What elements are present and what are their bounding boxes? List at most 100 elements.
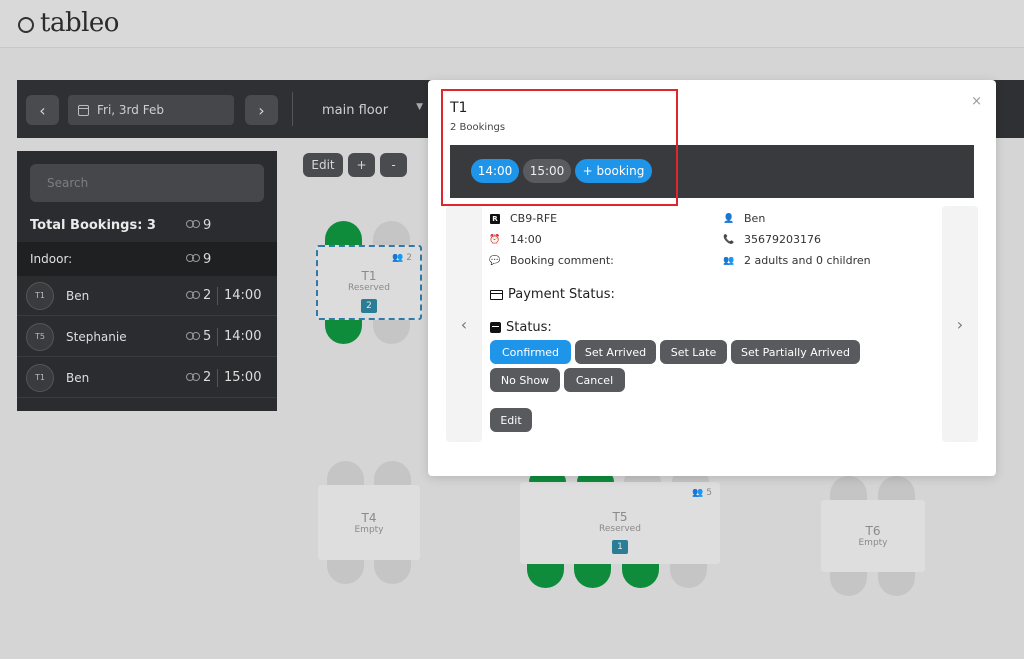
users-icon: 👥 (723, 255, 735, 266)
party-size-value: 2 adults and 0 children (744, 254, 871, 267)
toolbar-divider (292, 92, 293, 126)
booking-guests-count: 2 (203, 370, 212, 385)
total-guests-count: 9 (203, 217, 212, 233)
calendar-icon (78, 104, 89, 116)
status-box-icon (490, 322, 501, 333)
guests-icon (186, 372, 200, 383)
booking-guests-count: 5 (203, 329, 212, 344)
floor-select[interactable]: main floor ▼ (307, 95, 429, 125)
zoom-in-button[interactable]: + (348, 153, 375, 177)
booking-reference-value: CB9-RFE (510, 212, 558, 225)
confirmed-button[interactable]: Confirmed (490, 340, 571, 364)
area-label: Indoor: (30, 252, 73, 266)
date-label: Fri, 3rd Feb (97, 103, 164, 117)
booking-time: 14:00 (224, 288, 262, 303)
seat-empty (374, 461, 411, 485)
seat-empty (327, 560, 364, 584)
table-capacity-count: 2 (406, 253, 412, 263)
phone-icon: 📞 (723, 234, 735, 245)
area-guests: 9 (186, 252, 211, 267)
guests-icon (186, 290, 200, 301)
seat-empty (327, 461, 364, 485)
guest-phone: 📞 35679203176 (723, 233, 821, 246)
seat-empty (878, 476, 915, 500)
seat-occupied (325, 320, 362, 344)
user-icon: 👤 (723, 213, 735, 224)
table-status: Empty (354, 525, 384, 535)
set-arrived-button[interactable]: Set Arrived (575, 340, 656, 364)
set-late-button[interactable]: Set Late (660, 340, 727, 364)
chevron-right-icon: › (956, 314, 964, 334)
guests-icon (186, 331, 200, 342)
edit-floor-button[interactable]: Edit (303, 153, 343, 177)
table-avatar: T5 (26, 322, 54, 351)
date-picker[interactable]: Fri, 3rd Feb (68, 95, 234, 125)
next-day-button[interactable]: › (245, 95, 278, 125)
previous-day-button[interactable]: ‹ (26, 95, 59, 125)
booking-guests: 2 (186, 288, 211, 303)
table-t1[interactable]: 👥 2 T1 Reserved 2 (316, 245, 422, 320)
area-guests-count: 9 (203, 251, 212, 267)
booking-guests: 2 (186, 370, 211, 385)
guests-icon (186, 220, 200, 230)
next-booking-button[interactable]: › (942, 206, 978, 442)
seat-empty (374, 560, 411, 584)
no-show-button[interactable]: No Show (490, 368, 560, 392)
highlight-box (441, 89, 678, 206)
seat-occupied (325, 221, 362, 245)
booking-count-badge: 1 (612, 540, 628, 554)
table-name: T5 (612, 510, 628, 524)
seat-empty (878, 572, 915, 596)
area-row-indoor[interactable]: Indoor: 9 (17, 242, 277, 276)
table-t6[interactable]: T6 Empty (821, 500, 925, 572)
previous-booking-button[interactable]: ‹ (446, 206, 482, 442)
logo-ring-icon (18, 17, 34, 33)
row-divider (217, 369, 218, 387)
table-t4[interactable]: T4 Empty (318, 485, 420, 560)
table-status: Reserved (348, 283, 390, 293)
booking-time-value: 14:00 (510, 233, 542, 246)
zoom-out-button[interactable]: - (380, 153, 407, 177)
booking-name: Stephanie (66, 329, 127, 344)
guest-phone-value: 35679203176 (744, 233, 821, 246)
booking-guests-count: 2 (203, 288, 212, 303)
guest-name-value: Ben (744, 212, 766, 225)
set-partially-arrived-button[interactable]: Set Partially Arrived (731, 340, 860, 364)
chevron-left-icon: ‹ (460, 314, 468, 334)
party-size: 👥 2 adults and 0 children (723, 254, 871, 267)
table-t5[interactable]: 👥 5 T5 Reserved 1 (520, 482, 720, 564)
close-icon[interactable]: × (971, 94, 982, 109)
table-name: T1 (361, 269, 377, 283)
seat-empty (830, 476, 867, 500)
table-capacity: 👥 2 (392, 253, 412, 263)
booking-row[interactable]: T1 Ben 2 14:00 (17, 276, 277, 316)
seat-occupied (574, 564, 611, 588)
booking-time: 14:00 (224, 329, 262, 344)
table-capacity-count: 5 (706, 488, 712, 498)
cancel-button[interactable]: Cancel (564, 368, 625, 392)
seat-empty (670, 564, 707, 588)
chevron-down-icon: ▼ (416, 102, 423, 112)
booking-count-badge: 2 (361, 299, 377, 313)
app-header: tableo (0, 0, 1024, 48)
table-name: T4 (361, 511, 377, 525)
credit-card-icon (490, 289, 503, 300)
booking-name: Ben (66, 370, 90, 385)
booking-reference: R CB9-RFE (490, 212, 557, 225)
table-status: Empty (858, 538, 888, 548)
tableo-logo[interactable]: tableo (18, 8, 119, 38)
table-capacity: 👥 5 (692, 488, 712, 498)
booking-row[interactable]: T1 Ben 2 15:00 (17, 358, 277, 398)
floor-select-label: main floor (322, 102, 389, 118)
reference-icon: R (490, 213, 500, 224)
table-name: T6 (865, 524, 881, 538)
bookings-sidebar: Search Total Bookings: 3 9 Indoor: 9 T1 … (17, 151, 277, 411)
booking-time: ⏰ 14:00 (489, 233, 542, 246)
seat-occupied (622, 564, 659, 588)
seat-empty (373, 221, 410, 245)
total-bookings-label: Total Bookings: 3 (30, 217, 156, 233)
search-input[interactable]: Search (30, 164, 264, 202)
booking-name: Ben (66, 288, 90, 303)
booking-row[interactable]: T5 Stephanie 5 14:00 (17, 317, 277, 357)
edit-booking-button[interactable]: Edit (490, 408, 532, 432)
